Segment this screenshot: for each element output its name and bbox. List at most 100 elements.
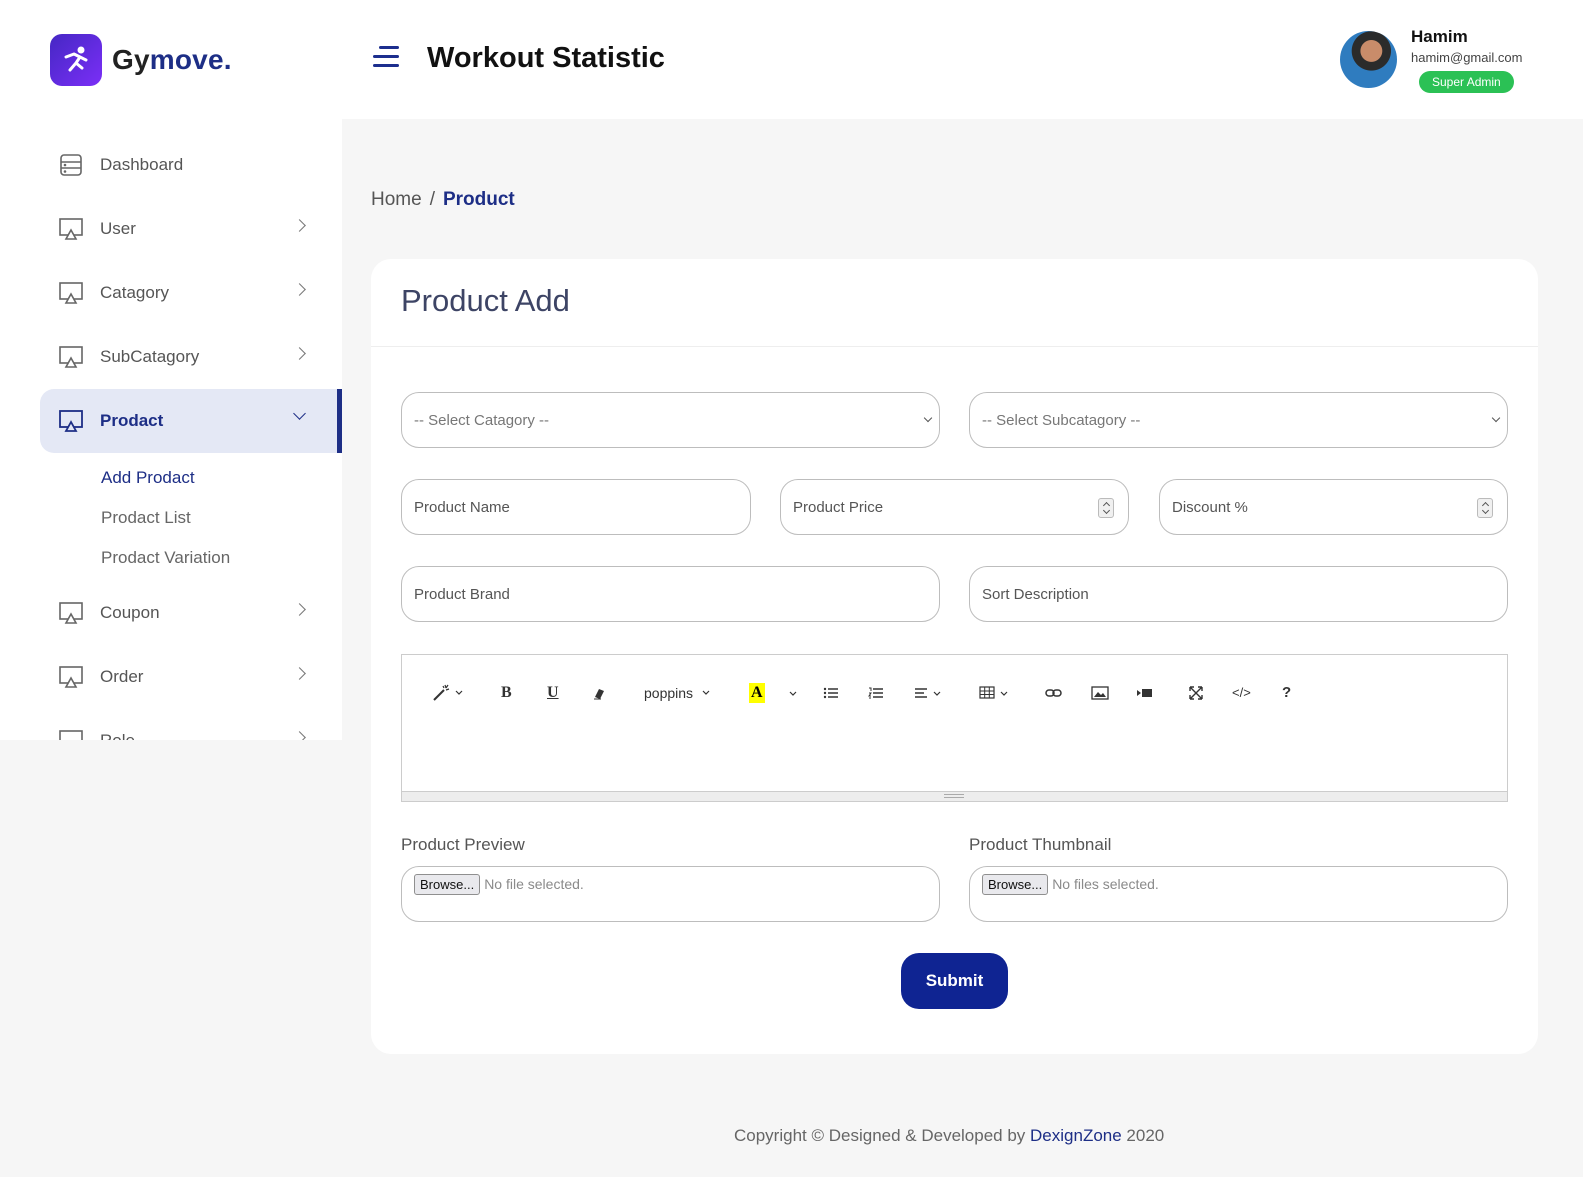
help-icon[interactable]: ? [1282,683,1291,703]
sidebar-subitem-add-prodact[interactable]: Add Prodact [101,468,195,488]
monitor-icon [59,410,83,432]
user-name: Hamim [1411,27,1468,46]
sidebar-item-prodact[interactable]: Prodact [40,389,342,453]
sidebar-item-label: Dashboard [100,155,184,174]
footer-text: Copyright © Designed & Developed by [734,1126,1031,1145]
resize-grip-icon[interactable] [944,794,964,798]
dashboard-icon [60,154,82,176]
product-price-input[interactable]: Product Price [780,479,1129,535]
file-status: No files selected. [1052,876,1159,892]
product-thumbnail-file-input[interactable]: Browse... No files selected. [969,866,1508,922]
number-spinner-icon[interactable] [1477,498,1493,518]
monitor-icon [59,602,83,624]
sidebar-item-label: Prodact [100,411,164,430]
rich-text-editor[interactable]: B U poppins A </> ? [401,654,1508,802]
submit-button[interactable]: Submit [901,953,1008,1009]
breadcrumb: Home / Product [371,189,515,211]
monitor-icon [59,218,83,240]
number-spinner-icon[interactable] [1098,498,1114,518]
sidebar-item-subcatagory[interactable]: SubCatagory [40,325,342,389]
user-email: hamim@gmail.com [1411,50,1523,65]
color-dropdown-icon[interactable] [788,683,798,703]
browse-button[interactable]: Browse... [414,874,481,895]
menu-toggle-icon[interactable] [373,46,399,70]
image-icon[interactable] [1091,683,1109,703]
chevron-right-icon [293,731,306,740]
text-color-icon[interactable]: A [749,683,765,703]
product-thumbnail-label: Product Thumbnail [969,835,1112,854]
active-indicator [337,389,342,453]
product-preview-file-input[interactable]: Browse... No file selected. [401,866,940,922]
product-name-input[interactable]: Product Name [401,479,751,535]
bold-icon[interactable]: B [501,683,512,703]
role-badge: Super Admin [1419,71,1514,93]
discount-input[interactable]: Discount % [1159,479,1508,535]
chevron-right-icon [293,219,306,232]
sidebar-item-dashboard[interactable]: Dashboard [40,133,342,197]
chevron-right-icon [293,347,306,360]
product-price-placeholder: Product Price [793,498,884,516]
breadcrumb-current[interactable]: Product [443,189,515,210]
card-header: Product Add [371,259,1538,347]
sidebar-item-label: Coupon [100,603,160,622]
chevron-right-icon [293,667,306,680]
numbered-list-icon[interactable] [868,683,884,703]
page-title: Workout Statistic [427,42,665,74]
top-header: Gymove. Workout Statistic Hamim hamim@gm… [0,0,1583,119]
magic-style-icon[interactable] [432,683,466,703]
chevron-right-icon [293,603,306,616]
sidebar-item-label: Role [100,731,135,740]
category-select-value: -- Select Catagory -- [414,411,550,429]
align-dropdown-icon[interactable] [914,683,944,703]
sidebar-subitem-prodact-variation[interactable]: Prodact Variation [101,548,230,568]
bullet-list-icon[interactable] [823,683,839,703]
sort-description-placeholder: Sort Description [982,585,1089,603]
product-brand-placeholder: Product Brand [414,585,510,603]
font-family-value: poppins [644,685,694,701]
code-view-icon[interactable]: </> [1232,683,1251,703]
footer-brand-link[interactable]: DexignZone [1030,1126,1122,1145]
sidebar: Dashboard User Catagory SubCatagory Prod… [0,119,342,740]
footer-year: 2020 [1121,1126,1165,1145]
subcategory-select-value: -- Select Subcatagory -- [982,411,1141,429]
sidebar-item-label: User [100,219,136,238]
product-preview-label: Product Preview [401,835,525,854]
editor-resize-bar[interactable] [402,791,1507,801]
underline-icon[interactable]: U [547,683,559,703]
sidebar-item-order[interactable]: Order [40,645,342,709]
fullscreen-icon[interactable] [1188,683,1204,703]
eraser-icon[interactable] [592,683,606,703]
user-profile[interactable]: Hamim hamim@gmail.com Super Admin [1340,26,1522,93]
sidebar-item-label: SubCatagory [100,347,200,366]
footer: Copyright © Designed & Developed by Dexi… [0,1126,1583,1146]
brand-logo[interactable]: Gymove. [50,34,232,86]
chevron-down-icon [293,407,306,420]
subcategory-select[interactable]: -- Select Subcatagory -- [969,392,1508,448]
category-select[interactable]: -- Select Catagory -- [401,392,940,448]
monitor-icon [59,346,83,368]
browse-button[interactable]: Browse... [982,874,1049,895]
monitor-icon [59,282,83,304]
sidebar-item-catagory[interactable]: Catagory [40,261,342,325]
monitor-icon [59,666,83,688]
discount-placeholder: Discount % [1172,498,1248,516]
video-icon[interactable] [1136,683,1154,703]
sidebar-item-label: Order [100,667,144,686]
running-person-icon [50,34,102,86]
font-family-dropdown[interactable]: poppins [644,683,711,703]
brand-name: Gymove. [112,44,232,75]
sidebar-subitem-prodact-list[interactable]: Prodact List [101,508,191,528]
chevron-right-icon [293,283,306,296]
table-dropdown-icon[interactable] [979,683,1011,703]
sort-description-input[interactable]: Sort Description [969,566,1508,622]
product-name-placeholder: Product Name [414,498,510,516]
link-icon[interactable] [1045,683,1063,703]
sidebar-item-coupon[interactable]: Coupon [40,581,342,645]
avatar[interactable] [1340,31,1397,88]
sidebar-item-user[interactable]: User [40,197,342,261]
product-brand-input[interactable]: Product Brand [401,566,940,622]
chevron-down-icon [923,413,933,423]
breadcrumb-separator: / [429,189,435,210]
sidebar-item-role[interactable]: Role [40,709,342,740]
breadcrumb-home[interactable]: Home [371,189,422,210]
